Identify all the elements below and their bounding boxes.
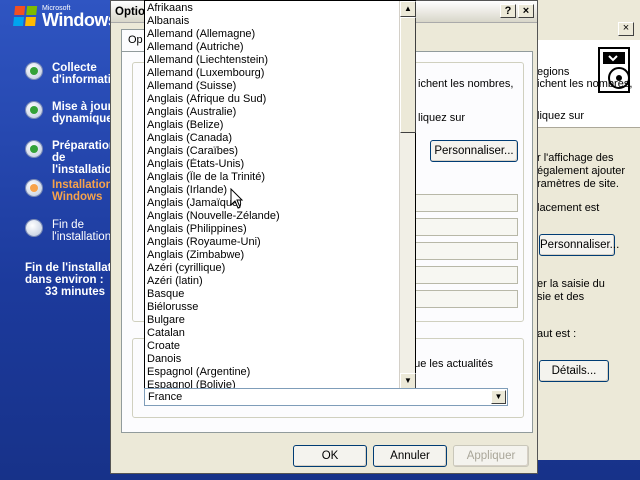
- dropdown-arrow-icon[interactable]: ▼: [491, 390, 506, 404]
- language-option[interactable]: Anglais (Belize): [145, 119, 399, 132]
- language-option[interactable]: Bulgare: [145, 314, 399, 327]
- language-option[interactable]: Azéri (latin): [145, 275, 399, 288]
- language-option[interactable]: Allemand (Suisse): [145, 80, 399, 93]
- language-option[interactable]: Anglais (Zimbabwe): [145, 249, 399, 262]
- windows-flag-icon: [13, 6, 39, 28]
- regional-text: r l'affichage des: [537, 152, 614, 164]
- cancel-button[interactable]: Annuler: [373, 445, 447, 467]
- language-option[interactable]: Allemand (Liechtenstein): [145, 54, 399, 67]
- language-option[interactable]: Allemand (Allemagne): [145, 28, 399, 41]
- banner-text: egions: [537, 66, 570, 78]
- step-pending-icon: [26, 220, 42, 236]
- language-option[interactable]: Allemand (Autriche): [145, 41, 399, 54]
- language-option[interactable]: Anglais (Australie): [145, 106, 399, 119]
- language-option[interactable]: Biélorusse: [145, 301, 399, 314]
- language-option[interactable]: Anglais (Canada): [145, 132, 399, 145]
- language-option[interactable]: Allemand (Luxembourg): [145, 67, 399, 80]
- mouse-pointer-icon: [230, 188, 244, 209]
- customize-button-2[interactable]: Personnaliser...: [539, 234, 619, 256]
- language-option[interactable]: Anglais (Afrique du Sud): [145, 93, 399, 106]
- language-option[interactable]: Basque: [145, 288, 399, 301]
- eta-line-2: dans environ :: [25, 274, 104, 286]
- options-title: Optio: [115, 6, 146, 18]
- language-option[interactable]: Anglais (États-Unis): [145, 158, 399, 171]
- regional-text: ichent les nombres,: [537, 78, 633, 90]
- close-button[interactable]: ×: [518, 4, 534, 18]
- options-text: liquez sur: [418, 112, 466, 124]
- regional-text: lacement est: [537, 202, 600, 214]
- options-text: que les actualités: [408, 358, 493, 370]
- language-option[interactable]: Anglais (Caraïbes): [145, 145, 399, 158]
- language-option[interactable]: Afrikaans: [145, 2, 399, 15]
- language-scrollbar[interactable]: ▲ ▼: [399, 1, 416, 389]
- logo-product: Windows: [42, 10, 118, 30]
- scroll-thumb[interactable]: [400, 17, 416, 133]
- customize-button-1[interactable]: Personnaliser...: [430, 140, 518, 162]
- regional-text: ramètres de site.: [537, 178, 619, 190]
- step-done-icon: [26, 63, 42, 79]
- scroll-up-arrow-icon[interactable]: ▲: [400, 1, 416, 17]
- sample-field: [414, 290, 518, 308]
- language-option[interactable]: Espagnol (Argentine): [145, 366, 399, 379]
- language-select-value: France: [148, 391, 183, 403]
- language-dropdown-list[interactable]: Afrikaans Albanais Allemand (Allemagne) All…: [144, 0, 416, 392]
- apply-button[interactable]: Appliquer: [453, 445, 529, 467]
- windows-logo: Microsoft Windows: [10, 2, 120, 34]
- language-select[interactable]: France ▼: [144, 388, 508, 406]
- language-option[interactable]: Anglais (Royaume-Uni): [145, 236, 399, 249]
- regional-text: liquez sur: [537, 110, 585, 122]
- help-button[interactable]: ?: [500, 4, 516, 18]
- language-option[interactable]: Anglais (Nouvelle-Zélande): [145, 210, 399, 223]
- language-option[interactable]: Croate: [145, 340, 399, 353]
- close-button[interactable]: ×: [618, 22, 634, 36]
- regional-text: sie et des: [537, 291, 585, 303]
- language-option[interactable]: Anglais (Île de la Trinité): [145, 171, 399, 184]
- language-items: Afrikaans Albanais Allemand (Allemagne) All…: [145, 2, 399, 392]
- language-option[interactable]: Catalan: [145, 327, 399, 340]
- ok-button[interactable]: OK: [293, 445, 367, 467]
- details-button[interactable]: Détails...: [539, 360, 609, 382]
- regional-text: aut est :: [537, 328, 577, 340]
- sample-field: [414, 218, 518, 236]
- language-option[interactable]: Anglais (Philippines): [145, 223, 399, 236]
- sample-field: [414, 266, 518, 284]
- sample-field: [414, 194, 518, 212]
- regional-text: également ajouter: [537, 165, 626, 177]
- regional-text: er la saisie du: [537, 278, 605, 290]
- step-done-icon: [26, 102, 42, 118]
- step-done-icon: [26, 141, 42, 157]
- options-text: ichent les nombres,: [418, 78, 514, 90]
- language-option[interactable]: Anglais (Irlande): [145, 184, 399, 197]
- step-current-icon: [26, 180, 42, 196]
- language-option[interactable]: Albanais: [145, 15, 399, 28]
- language-option[interactable]: Anglais (Jamaïque): [145, 197, 399, 210]
- scroll-down-arrow-icon[interactable]: ▼: [400, 373, 416, 389]
- language-option[interactable]: Danois: [145, 353, 399, 366]
- language-option[interactable]: Azéri (cyrillique): [145, 262, 399, 275]
- sample-field: [414, 242, 518, 260]
